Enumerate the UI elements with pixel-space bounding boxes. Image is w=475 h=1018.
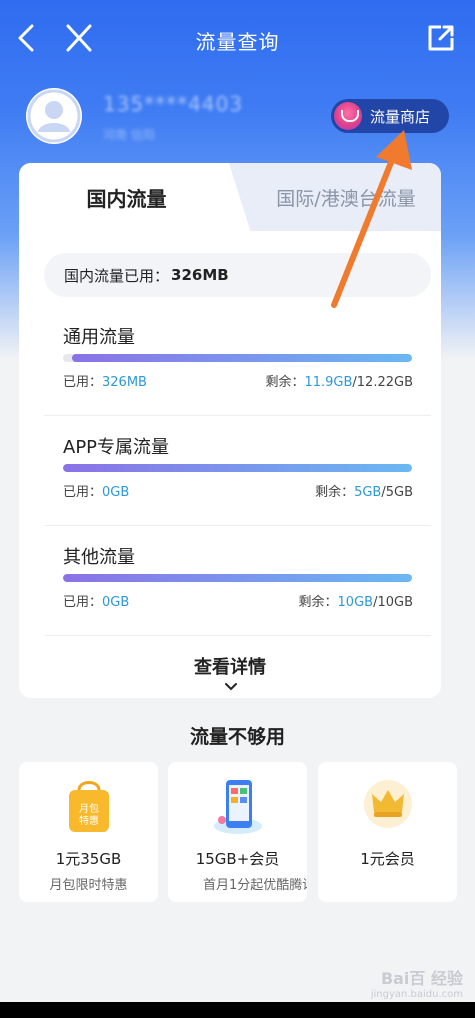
phone-apps-icon [212, 776, 264, 836]
tab-domestic[interactable]: 国内流量 [19, 163, 234, 231]
domestic-used-summary: 国内流量已用： 326MB [44, 253, 431, 297]
section-title: 通用流量 [63, 327, 135, 348]
nav-bar: 流量查询 [0, 14, 475, 64]
back-icon[interactable] [12, 20, 42, 56]
remain-value: 11.9GB [304, 375, 353, 390]
watermark-sub: jingyan.baidu.com [370, 989, 463, 1000]
used-stat: 已用：326MB [63, 371, 147, 390]
used-label: 已用： [63, 485, 103, 500]
traffic-shop-label: 流量商店 [370, 107, 431, 126]
package-name: 1元会员 [360, 850, 415, 868]
view-details-link[interactable]: 查看详情 [19, 653, 441, 679]
divider [44, 525, 431, 526]
remain-label: 剩余： [298, 595, 338, 610]
traffic-shop-button[interactable]: 流量商店 [331, 99, 449, 133]
used-stat: 已用：0GB [63, 481, 129, 500]
share-icon[interactable] [425, 22, 457, 54]
used-value: 0GB [102, 485, 130, 500]
total-value: /12.22GB [352, 375, 413, 390]
usage-bar [63, 574, 412, 582]
summary-label: 国内流量已用： [64, 266, 170, 285]
phone-number: 135****4403 [103, 92, 244, 116]
usage-section-general: 通用流量 已用：326MB 剩余：11.9GB/12.22GB [63, 323, 413, 390]
usage-bar-fill [63, 464, 412, 472]
section-title: APP专属流量 [63, 437, 170, 458]
usage-section-app: APP专属流量 已用：0GB 剩余：5GB/5GB [63, 433, 413, 500]
used-label: 已用： [63, 595, 103, 610]
package-name: 15GB+会员 [195, 850, 280, 868]
total-value: /10GB [373, 595, 413, 610]
usage-bar [63, 464, 412, 472]
divider [44, 415, 431, 416]
user-location: 河南 信阳 [103, 128, 155, 142]
usage-bar-fill [72, 354, 412, 362]
usage-bar [63, 354, 412, 362]
watermark-text: Bai百 经验 [380, 969, 463, 988]
used-label: 已用： [63, 375, 103, 390]
total-value: /5GB [381, 485, 413, 500]
usage-bar-fill [63, 574, 412, 582]
used-stat: 已用：0GB [63, 591, 129, 610]
shop-logo-icon [334, 102, 362, 130]
tab-international[interactable]: 国际/港澳台流量 [251, 163, 441, 231]
package-card-monthly[interactable]: 月包 特惠 1元35GB 月包限时特惠 [19, 762, 158, 902]
package-desc: 月包限时特惠 [49, 878, 128, 893]
package-desc: 首月1分起优酷腾讯爱奇艺视频会员一包搞定 [203, 878, 307, 893]
package-card-member[interactable]: 1元会员 [318, 762, 457, 902]
bag-badge-text: 月包 特惠 [79, 804, 99, 827]
remain-stat: 剩余：10GB/10GB [299, 591, 413, 610]
divider [44, 635, 431, 636]
remain-value: 5GB [354, 485, 382, 500]
close-icon[interactable] [62, 20, 96, 56]
section-title: 其他流量 [63, 547, 135, 568]
remain-label: 剩余： [265, 375, 305, 390]
used-value: 0GB [102, 595, 130, 610]
crown-icon [362, 776, 414, 836]
remain-stat: 剩余：5GB/5GB [315, 481, 413, 500]
packages-title: 流量不够用 [189, 726, 285, 748]
remain-label: 剩余： [315, 485, 355, 500]
used-value: 326MB [102, 375, 147, 390]
usage-card: 国内流量 国际/港澳台流量 国内流量已用： 326MB 通用流量 已用：326M… [19, 163, 441, 698]
usage-section-other: 其他流量 已用：0GB 剩余：10GB/10GB [63, 543, 413, 610]
bottom-bar [0, 1002, 475, 1018]
summary-value: 326MB [171, 266, 229, 284]
bag-icon: 月包 特惠 [63, 776, 115, 836]
package-card-member-bundle[interactable]: 15GB+会员 首月1分起优酷腾讯爱奇艺视频会员一包搞定 [168, 762, 307, 902]
avatar[interactable] [26, 88, 82, 144]
chevron-down-icon[interactable] [225, 677, 237, 691]
remain-value: 10GB [337, 595, 374, 610]
remain-stat: 剩余：11.9GB/12.22GB [265, 371, 413, 390]
package-name: 1元35GB [55, 850, 122, 868]
